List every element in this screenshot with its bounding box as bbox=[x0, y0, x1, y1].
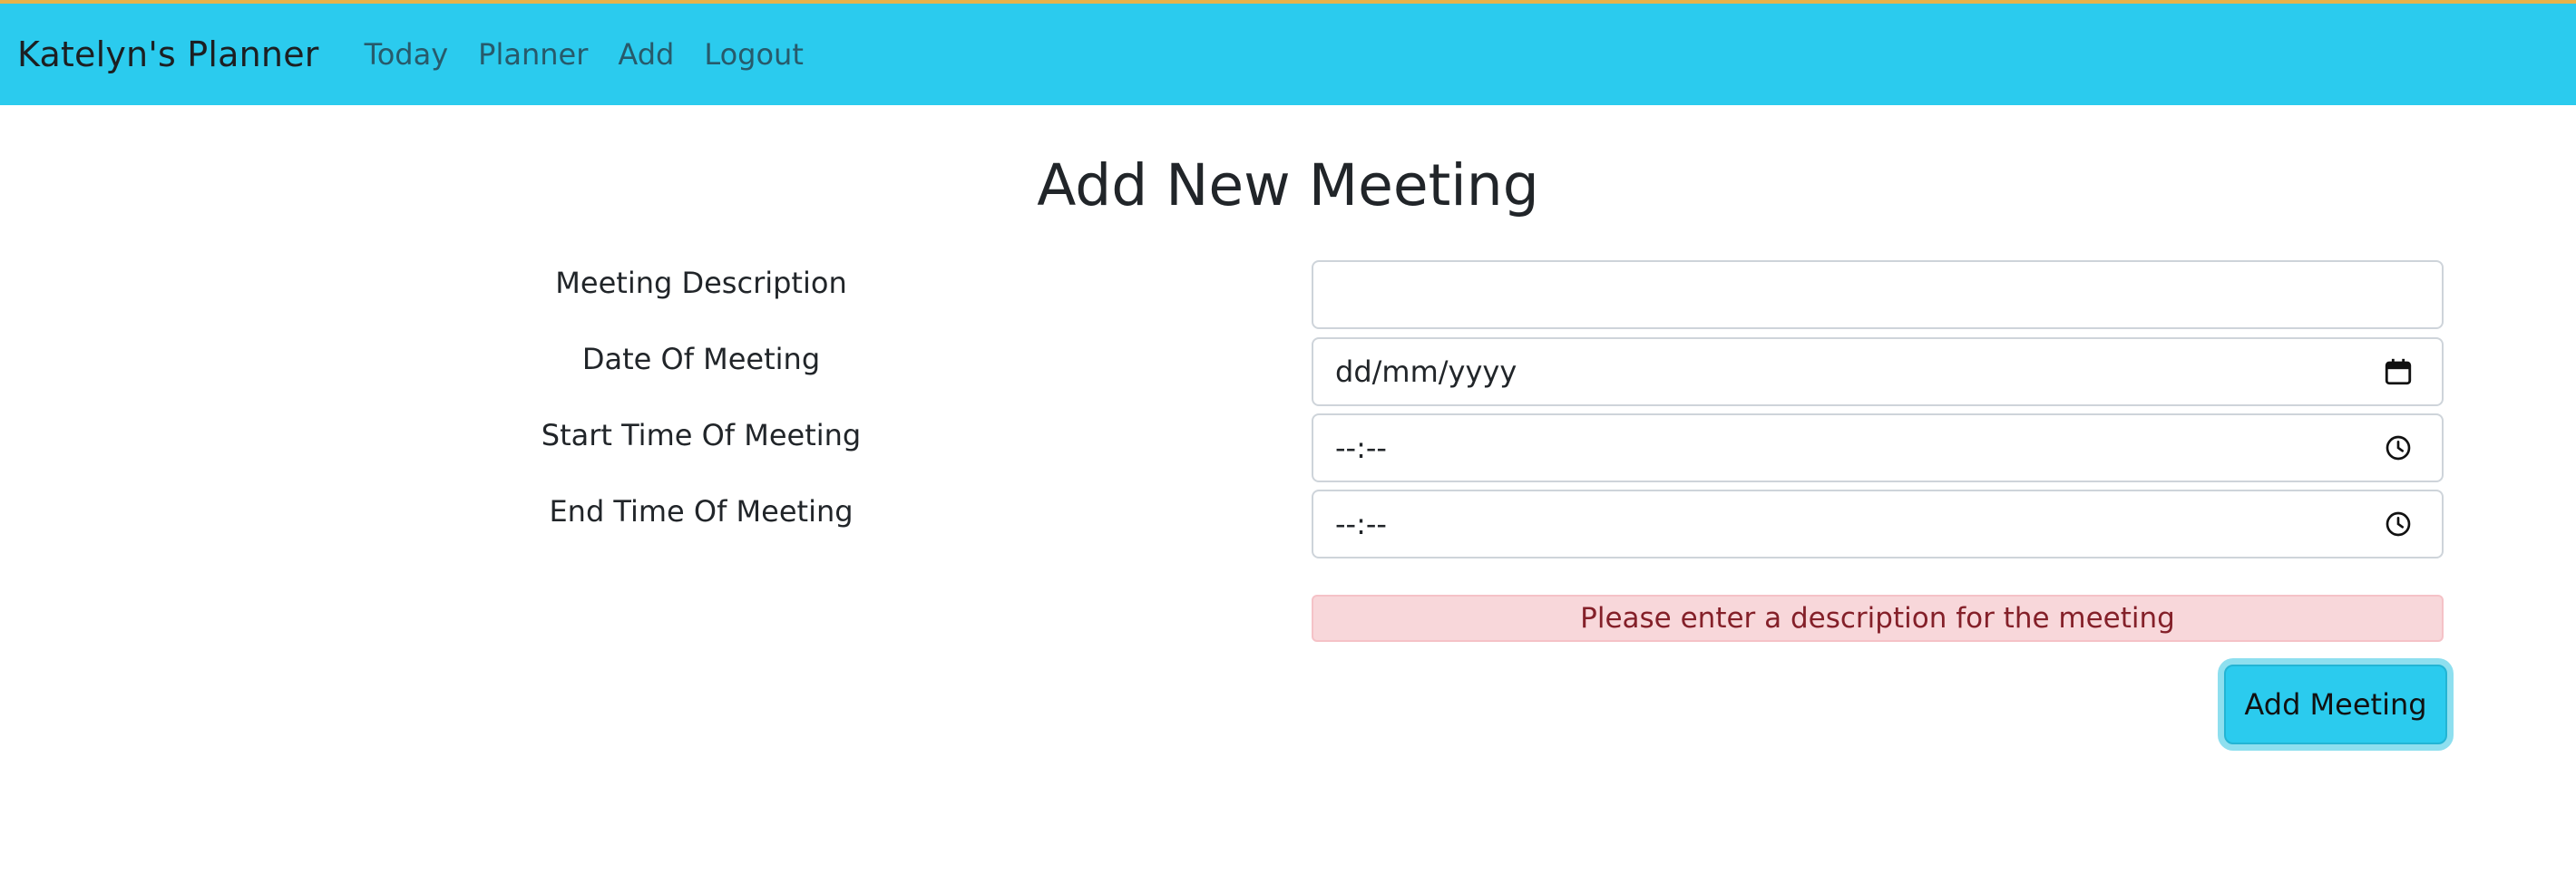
add-meeting-button[interactable]: Add Meeting bbox=[2224, 665, 2447, 744]
error-alert: Please enter a description for the meeti… bbox=[1312, 595, 2444, 642]
page-title: Add New Meeting bbox=[1037, 152, 1539, 218]
end-time-input[interactable]: --:-- bbox=[1312, 490, 2444, 558]
description-label: Meeting Description bbox=[555, 266, 847, 300]
nav-links: Today Planner Add Logout bbox=[365, 37, 834, 72]
nav-link-today[interactable]: Today bbox=[365, 37, 449, 72]
date-label: Date Of Meeting bbox=[581, 342, 821, 376]
nav-link-planner[interactable]: Planner bbox=[478, 37, 588, 72]
clock-icon[interactable] bbox=[2382, 508, 2415, 540]
start-time-placeholder: --:-- bbox=[1335, 431, 1387, 465]
clock-icon[interactable] bbox=[2382, 432, 2415, 464]
date-placeholder: dd/mm/yyyy bbox=[1335, 354, 1517, 389]
nav-link-logout[interactable]: Logout bbox=[704, 37, 804, 72]
nav-link-add[interactable]: Add bbox=[618, 37, 674, 72]
brand-link[interactable]: Katelyn's Planner bbox=[17, 34, 319, 74]
start-time-label: Start Time Of Meeting bbox=[541, 418, 862, 452]
description-input[interactable] bbox=[1335, 277, 2442, 313]
calendar-icon[interactable] bbox=[2382, 355, 2415, 388]
description-field[interactable] bbox=[1312, 260, 2444, 329]
end-time-label: End Time Of Meeting bbox=[549, 494, 854, 529]
date-input[interactable]: dd/mm/yyyy bbox=[1312, 337, 2444, 406]
start-time-input[interactable]: --:-- bbox=[1312, 413, 2444, 482]
end-time-placeholder: --:-- bbox=[1335, 507, 1387, 541]
navbar: Katelyn's Planner Today Planner Add Logo… bbox=[0, 0, 2576, 105]
